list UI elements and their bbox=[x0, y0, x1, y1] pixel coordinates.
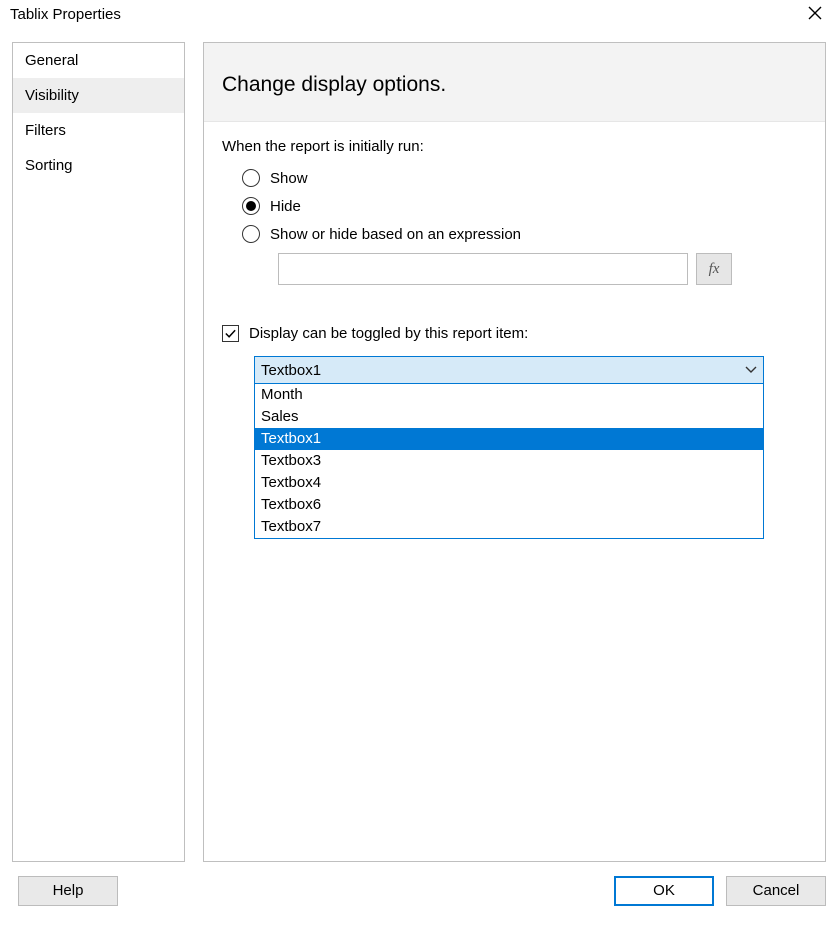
combo-option[interactable]: Textbox6 bbox=[255, 494, 763, 516]
toggle-item-combo: Textbox1 Month Sales Textbox1 Textbox3 T… bbox=[254, 356, 764, 539]
content-row: General Visibility Filters Sorting Chang… bbox=[0, 32, 838, 870]
panel-heading: Change display options. bbox=[204, 43, 825, 122]
radio-label: Show bbox=[270, 170, 308, 187]
sidebar-item-visibility[interactable]: Visibility bbox=[13, 78, 184, 113]
initial-run-label: When the report is initially run: bbox=[222, 138, 807, 155]
combo-option[interactable]: Textbox1 bbox=[255, 428, 763, 450]
close-icon[interactable] bbox=[800, 6, 830, 25]
combo-option[interactable]: Textbox3 bbox=[255, 450, 763, 472]
radio-label: Hide bbox=[270, 198, 301, 215]
panel-body: When the report is initially run: Show H… bbox=[204, 122, 825, 555]
radio-expression[interactable]: Show or hide based on an expression bbox=[242, 225, 807, 243]
help-button[interactable]: Help bbox=[18, 876, 118, 906]
toggle-checkbox-row[interactable]: Display can be toggled by this report it… bbox=[222, 325, 807, 342]
sidebar: General Visibility Filters Sorting bbox=[12, 42, 185, 862]
cancel-button[interactable]: Cancel bbox=[726, 876, 826, 906]
sidebar-item-label: Visibility bbox=[25, 87, 79, 104]
combo-box[interactable]: Textbox1 bbox=[254, 356, 764, 384]
sidebar-item-label: Filters bbox=[25, 122, 66, 139]
radio-icon bbox=[242, 197, 260, 215]
combo-option[interactable]: Sales bbox=[255, 406, 763, 428]
sidebar-item-filters[interactable]: Filters bbox=[13, 113, 184, 148]
combo-selected: Textbox1 bbox=[261, 362, 321, 379]
combo-option[interactable]: Month bbox=[255, 384, 763, 406]
radio-label: Show or hide based on an expression bbox=[270, 226, 521, 243]
combo-list: Month Sales Textbox1 Textbox3 Textbox4 T… bbox=[254, 384, 764, 539]
footer-right: OK Cancel bbox=[614, 876, 826, 906]
radio-icon bbox=[242, 225, 260, 243]
combo-option[interactable]: Textbox4 bbox=[255, 472, 763, 494]
footer: Help OK Cancel bbox=[0, 870, 838, 922]
sidebar-item-sorting[interactable]: Sorting bbox=[13, 148, 184, 183]
window-title: Tablix Properties bbox=[10, 6, 121, 23]
toggle-checkbox-label: Display can be toggled by this report it… bbox=[249, 325, 528, 342]
sidebar-item-label: Sorting bbox=[25, 157, 73, 174]
radio-icon bbox=[242, 169, 260, 187]
expression-input[interactable] bbox=[278, 253, 688, 285]
combo-option[interactable]: Textbox7 bbox=[255, 516, 763, 538]
sidebar-item-general[interactable]: General bbox=[13, 43, 184, 78]
titlebar: Tablix Properties bbox=[0, 0, 838, 32]
radio-show[interactable]: Show bbox=[242, 169, 807, 187]
panel: Change display options. When the report … bbox=[203, 42, 826, 862]
sidebar-item-label: General bbox=[25, 52, 78, 69]
expression-row: fx bbox=[278, 253, 807, 285]
chevron-down-icon bbox=[745, 366, 757, 374]
fx-icon: fx bbox=[709, 261, 720, 278]
ok-button[interactable]: OK bbox=[614, 876, 714, 906]
checkmark-icon bbox=[222, 325, 239, 342]
radio-hide[interactable]: Hide bbox=[242, 197, 807, 215]
fx-button[interactable]: fx bbox=[696, 253, 732, 285]
